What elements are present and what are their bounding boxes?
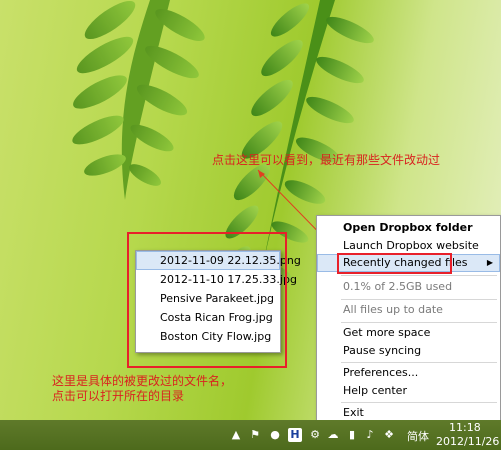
- network-icon[interactable]: ▮: [345, 428, 359, 442]
- h-icon[interactable]: H: [288, 428, 302, 442]
- highlight-box-files: [127, 232, 287, 368]
- dropbox-tray-menu: Open Dropbox folder Launch Dropbox websi…: [316, 215, 501, 425]
- annotation-top: 点击这里可以看到，最近有那些文件改动过: [212, 153, 441, 167]
- menu-separator: [341, 275, 497, 276]
- menu-separator: [341, 362, 497, 363]
- menu-separator: [341, 402, 497, 403]
- gear-icon[interactable]: ⚙: [308, 428, 322, 442]
- menu-separator: [341, 322, 497, 323]
- get-more-space-item[interactable]: Get more space: [317, 324, 500, 342]
- clock-time[interactable]: 11:18: [449, 421, 481, 434]
- annotation-bottom-line1: 这里是具体的被更改过的文件名，: [52, 374, 233, 388]
- submenu-arrow-icon: ▶: [486, 258, 493, 267]
- preferences-item[interactable]: Preferences...: [317, 364, 500, 382]
- show-hidden-icon[interactable]: ▲: [229, 428, 243, 442]
- flag-icon[interactable]: ⚑: [248, 428, 262, 442]
- dropbox-icon[interactable]: ❖: [382, 428, 396, 442]
- sync-status-item: All files up to date: [343, 303, 443, 316]
- cloud-icon[interactable]: ☁: [326, 428, 340, 442]
- input-method-indicator[interactable]: 简体: [407, 428, 429, 444]
- pause-syncing-item[interactable]: Pause syncing: [317, 342, 500, 360]
- menu-separator: [341, 299, 497, 300]
- help-center-item[interactable]: Help center: [317, 382, 500, 400]
- volume-icon[interactable]: ♪: [363, 428, 377, 442]
- storage-usage-item: 0.1% of 2.5GB used: [343, 280, 453, 293]
- left-fern-leaf: [72, 0, 205, 200]
- highlight-box-recently-changed: [337, 253, 452, 274]
- annotation-bottom-line2: 点击可以打开所在的目录: [52, 389, 185, 403]
- clock-date[interactable]: 2012/11/26: [436, 435, 499, 448]
- qq-icon[interactable]: ●: [268, 428, 282, 442]
- open-dropbox-folder-item[interactable]: Open Dropbox folder: [317, 219, 500, 237]
